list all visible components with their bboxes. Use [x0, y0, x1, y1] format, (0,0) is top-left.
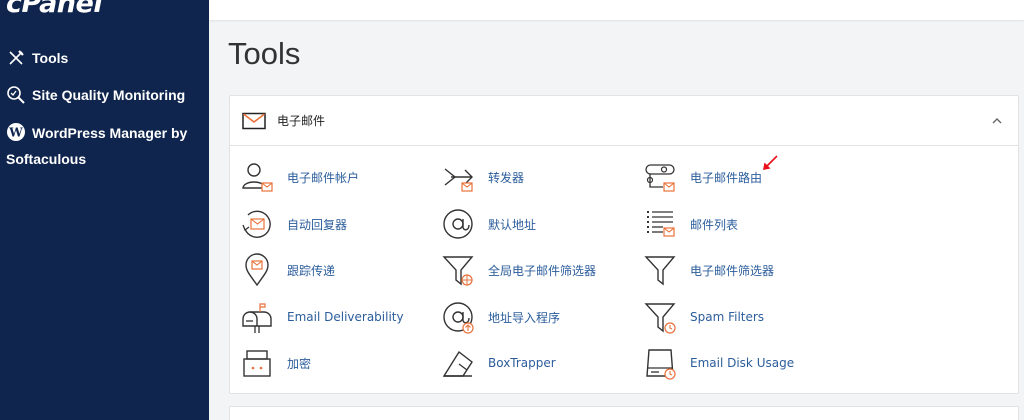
item-label: 地址导入程序: [488, 310, 561, 325]
forwarders-link[interactable]: 转发器: [441, 157, 524, 197]
email-accounts-icon: [240, 160, 274, 194]
item-label: 跟踪传递: [287, 263, 336, 278]
disk-usage-icon: [643, 346, 677, 380]
email-accounts-link[interactable]: 电子邮件帐户: [240, 157, 359, 197]
item-label: Email Deliverability: [287, 310, 404, 324]
email-disk-usage-link[interactable]: Email Disk Usage: [643, 343, 794, 383]
track-delivery-icon: [240, 253, 274, 287]
sidebar-item-tools[interactable]: Tools: [6, 45, 68, 71]
item-label: BoxTrapper: [488, 356, 556, 370]
envelope-icon: [242, 112, 266, 130]
forwarders-icon: [441, 160, 475, 194]
email-routing-link[interactable]: 电子邮件路由: [643, 157, 762, 197]
chevron-up-icon[interactable]: [990, 114, 1004, 128]
mailing-lists-icon: [643, 207, 677, 241]
search-icon: [6, 85, 26, 105]
autoresponders-icon: [240, 207, 274, 241]
global-filters-icon: [441, 253, 475, 287]
item-label: 自动回复器: [287, 217, 348, 232]
autoresponders-link[interactable]: 自动回复器: [240, 204, 347, 244]
item-label: 加密: [287, 356, 312, 371]
item-label: 电子邮件筛选器: [690, 263, 775, 278]
sidebar-item-site-quality[interactable]: Site Quality Monitoring: [6, 82, 185, 108]
encryption-icon: [240, 346, 274, 380]
email-filters-link[interactable]: 电子邮件筛选器: [643, 250, 774, 290]
sidebar-item-wordpress-manager[interactable]: W WordPress Manager by Softaculous: [6, 120, 201, 172]
mailing-lists-link[interactable]: 邮件列表: [643, 204, 738, 244]
sidebar-item-label: WordPress Manager by Softaculous: [6, 125, 188, 167]
track-delivery-link[interactable]: 跟踪传递: [240, 250, 335, 290]
item-label: 电子邮件帐户: [287, 170, 360, 185]
email-routing-icon: [643, 160, 677, 194]
address-importer-icon: [441, 300, 475, 334]
global-email-filters-link[interactable]: 全局电子邮件筛选器: [441, 250, 596, 290]
annotation-arrow-icon: [763, 155, 778, 170]
item-label: 默认地址: [488, 217, 537, 232]
item-label: 电子邮件路由: [690, 170, 763, 185]
page-title: Tools: [228, 36, 301, 71]
encryption-link[interactable]: 加密: [240, 343, 311, 383]
svg-text:W: W: [8, 126, 23, 140]
wordpress-icon: W: [6, 122, 26, 142]
default-address-link[interactable]: 默认地址: [441, 204, 536, 244]
cpanel-logo[interactable]: cPanel: [6, 0, 103, 19]
spam-filters-link[interactable]: Spam Filters: [643, 297, 764, 337]
next-section-panel: [229, 406, 1019, 420]
spam-filters-icon: [643, 300, 677, 334]
item-label: 邮件列表: [690, 217, 739, 232]
address-importer-link[interactable]: 地址导入程序: [441, 297, 560, 337]
sidebar: cPanel Tools Site Quality Monitoring W W…: [0, 0, 209, 420]
item-label: Spam Filters: [690, 310, 765, 324]
boxtrapper-link[interactable]: BoxTrapper: [441, 343, 556, 383]
email-deliverability-link[interactable]: Email Deliverability: [240, 297, 404, 337]
boxtrapper-icon: [441, 346, 475, 380]
email-section-panel: 电子邮件: [229, 95, 1019, 394]
default-address-icon: [441, 207, 475, 241]
email-section-header[interactable]: 电子邮件: [230, 96, 1018, 146]
item-label: Email Disk Usage: [690, 356, 795, 370]
item-label: 转发器: [488, 170, 525, 185]
email-filters-icon: [643, 253, 677, 287]
top-bar: [209, 0, 1024, 20]
item-label: 全局电子邮件筛选器: [488, 263, 597, 278]
sidebar-item-label: Site Quality Monitoring: [32, 87, 186, 103]
mailbox-icon: [240, 300, 274, 334]
sidebar-item-label: Tools: [32, 50, 69, 66]
tools-icon: [6, 48, 26, 68]
section-title: 电子邮件: [277, 114, 326, 128]
